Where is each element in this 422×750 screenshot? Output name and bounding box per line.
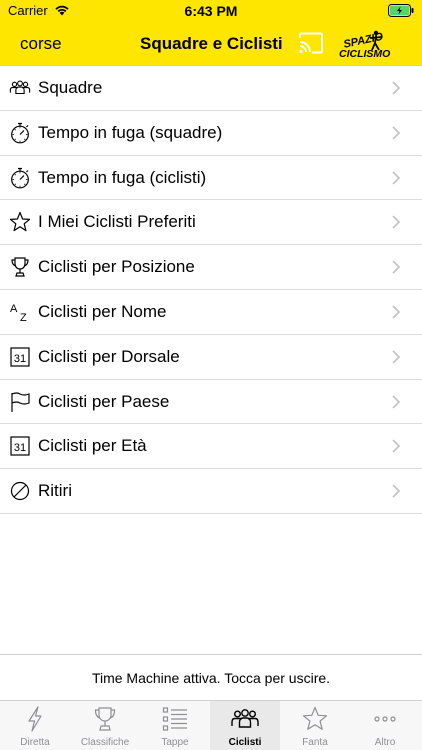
- chevron-right-icon: [392, 215, 401, 234]
- trophy-icon: [9, 256, 31, 278]
- tab-label: Altro: [374, 737, 396, 748]
- flag-icon: [9, 391, 31, 413]
- time-machine-banner[interactable]: Time Machine attiva. Tocca per uscire.: [0, 654, 422, 700]
- tab-ciclisti[interactable]: Ciclisti: [210, 701, 280, 750]
- svg-text:31: 31: [14, 442, 26, 454]
- page-title: Squadre e Ciclisti: [140, 34, 283, 53]
- chevron-right-icon: [392, 394, 401, 414]
- tab-label: Fanta: [302, 737, 328, 748]
- menu-item-ritiri[interactable]: Ritiri: [0, 469, 422, 514]
- cast-icon[interactable]: [298, 32, 324, 59]
- chevron-right-icon: [392, 439, 401, 458]
- tab-label: Classifiche: [80, 737, 130, 748]
- svg-text:CICLISMO: CICLISMO: [339, 48, 390, 60]
- tab-label: Ciclisti: [228, 737, 262, 748]
- menu-item-tempo-in-fuga-ciclisti[interactable]: Tempo in fuga (ciclisti): [0, 156, 422, 201]
- tab-classifiche[interactable]: Classifiche: [70, 701, 140, 750]
- trophy-icon: [70, 706, 140, 732]
- chevron-right-icon: [392, 170, 401, 190]
- navigation-bar: corse Squadre e Ciclisti SPAZIO CICLISMO: [0, 22, 422, 66]
- chevron-right-icon: [392, 81, 401, 100]
- menu-item-label: I Miei Ciclisti Preferiti: [38, 212, 196, 232]
- menu-item-label: Ciclisti per Età: [38, 436, 147, 456]
- tab-label: Diretta: [20, 737, 50, 748]
- menu-item-label: Ciclisti per Dorsale: [38, 346, 180, 366]
- menu-item-ciclisti-per-dorsale[interactable]: 31 Ciclisti per Dorsale: [0, 335, 422, 380]
- menu-item-ciclisti-per-nome[interactable]: AZ Ciclisti per Nome: [0, 290, 422, 335]
- calendar-icon: 31: [9, 346, 31, 368]
- chevron-right-icon: [392, 484, 401, 503]
- svg-text:A: A: [10, 303, 18, 315]
- team-icon: [9, 77, 31, 99]
- tab-altro[interactable]: Altro: [350, 701, 422, 750]
- time-machine-text: Time Machine attiva. Tocca per uscire.: [91, 670, 331, 686]
- battery-icon: [388, 4, 414, 22]
- back-button[interactable]: corse: [20, 34, 62, 54]
- stopwatch-icon: [9, 167, 31, 189]
- alphabetical-icon: AZ: [9, 301, 31, 323]
- status-bar: Carrier 6:43 PM: [0, 0, 422, 22]
- chevron-right-icon: [392, 350, 401, 369]
- chevron-right-icon: [392, 126, 401, 145]
- menu-item-label: Squadre: [38, 78, 103, 97]
- lightning-icon: [0, 706, 70, 732]
- more-icon: [350, 706, 420, 732]
- menu-item-label: Ciclisti per Nome: [38, 301, 167, 321]
- menu-item-ciclisti-preferiti[interactable]: I Miei Ciclisti Preferiti: [0, 200, 422, 246]
- menu-item-ciclisti-per-eta[interactable]: 31 Ciclisti per Età: [0, 424, 422, 470]
- menu-item-label: Tempo in fuga (squadre): [38, 122, 223, 142]
- menu-item-ciclisti-per-posizione[interactable]: Ciclisti per Posizione: [0, 245, 422, 290]
- tab-label: Tappe: [161, 737, 189, 748]
- stopwatch-icon: [9, 122, 31, 144]
- menu-item-label: Tempo in fuga (ciclisti): [38, 167, 207, 187]
- spazio-ciclismo-logo: SPAZIO CICLISMO: [337, 27, 405, 66]
- tab-diretta[interactable]: Diretta: [0, 701, 70, 750]
- team-icon: [210, 706, 280, 732]
- tab-fanta[interactable]: Fanta: [280, 701, 350, 750]
- list-icon: [140, 706, 210, 732]
- menu-item-squadre[interactable]: Squadre: [0, 66, 422, 111]
- chevron-right-icon: [392, 260, 401, 279]
- tab-tappe[interactable]: Tappe: [140, 701, 210, 750]
- svg-text:Z: Z: [20, 312, 27, 323]
- menu-item-label: Ritiri: [38, 481, 72, 501]
- menu-item-label: Ciclisti per Posizione: [38, 257, 195, 277]
- menu-list: Squadre Tempo in fuga (squadre) Tempo in…: [0, 66, 422, 514]
- star-icon: [9, 211, 31, 233]
- chevron-right-icon: [392, 305, 401, 324]
- tab-bar: Diretta Classifiche Tappe Ciclisti Fanta…: [0, 700, 422, 750]
- prohibited-icon: [9, 480, 31, 502]
- calendar-icon: 31: [9, 435, 31, 457]
- clock: 6:43 PM: [184, 3, 238, 19]
- menu-item-tempo-in-fuga-squadre[interactable]: Tempo in fuga (squadre): [0, 111, 422, 156]
- svg-text:31: 31: [14, 353, 26, 365]
- menu-item-label: Ciclisti per Paese: [38, 391, 170, 411]
- menu-item-ciclisti-per-paese[interactable]: Ciclisti per Paese: [0, 380, 422, 425]
- star-icon: [280, 706, 350, 732]
